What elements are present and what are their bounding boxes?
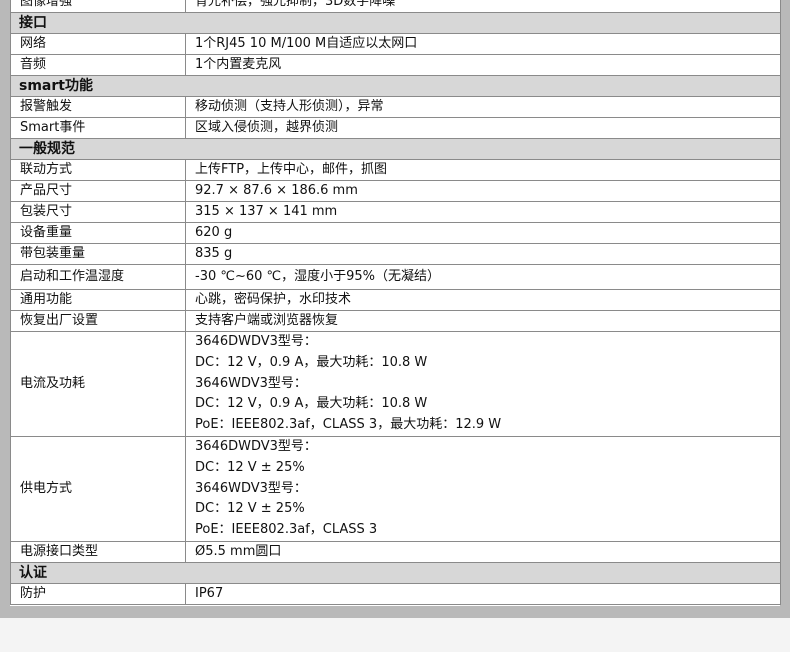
row-label-image-enhance: 图像增强 <box>10 0 186 13</box>
page-border-bottom <box>0 606 790 618</box>
table-row: 启动和工作温湿度 -30 ℃~60 ℃，湿度小于95%（无凝结） <box>10 264 781 290</box>
table-row: 带包装重量 835 g <box>10 243 781 265</box>
row-label-pack-weight: 带包装重量 <box>10 243 186 265</box>
row-value-smart-event: 区域入侵侦测，越界侦测 <box>185 117 781 139</box>
table-row: 设备重量 620 g <box>10 222 781 244</box>
row-value-power-port: Ø5.5 mm圆口 <box>185 540 781 563</box>
page-border-right <box>780 0 790 618</box>
row-value-image-enhance: 背光补偿，强光抑制，3D数字降噪 <box>185 0 781 13</box>
row-value-env: -30 ℃~60 ℃，湿度小于95%（无凝结） <box>185 264 781 290</box>
row-value-linkage: 上传FTP，上传中心，邮件，抓图 <box>185 159 781 181</box>
table-row: 网络 1个RJ45 10 M/100 M自适应以太网口 <box>10 33 781 55</box>
table-row: 包装尺寸 315 × 137 × 141 mm <box>10 201 781 223</box>
section-header-smart: smart功能 <box>10 75 781 97</box>
value-line: DC：12 V ± 25% <box>195 501 305 517</box>
row-value-power-supply: 3646DWDV3型号： DC：12 V ± 25% 3646WDV3型号： D… <box>185 435 781 542</box>
value-line: DC：12 V，0.9 A，最大功耗：10.8 W <box>195 396 428 412</box>
table-row: 供电方式 3646DWDV3型号： DC：12 V ± 25% 3646WDV3… <box>10 435 781 542</box>
row-value-size: 92.7 × 87.6 × 186.6 mm <box>185 180 781 202</box>
table-row: 电流及功耗 3646DWDV3型号： DC：12 V，0.9 A，最大功耗：10… <box>10 331 781 437</box>
row-value-pack-weight: 835 g <box>185 243 781 265</box>
spec-table: 图像增强 背光补偿，强光抑制，3D数字降噪 接口 网络 1个RJ45 10 M/… <box>10 0 781 605</box>
section-title: smart功能 <box>10 75 781 97</box>
table-row: 防护 IP67 <box>10 582 781 605</box>
table-row: 电源接口类型 Ø5.5 mm圆口 <box>10 540 781 563</box>
row-value-pack-size: 315 × 137 × 141 mm <box>185 201 781 223</box>
table-row: Smart事件 区域入侵侦测，越界侦测 <box>10 117 781 139</box>
row-value-reset: 支持客户端或浏览器恢复 <box>185 310 781 332</box>
row-label-network: 网络 <box>10 33 186 55</box>
value-line: DC：12 V，0.9 A，最大功耗：10.8 W <box>195 354 428 370</box>
row-label-audio: 音频 <box>10 54 186 76</box>
section-header-interface: 接口 <box>10 12 781 34</box>
row-value-weight: 620 g <box>185 222 781 244</box>
row-label-common: 通用功能 <box>10 289 186 311</box>
table-row: 音频 1个内置麦克风 <box>10 54 781 76</box>
table-row: 图像增强 背光补偿，强光抑制，3D数字降噪 <box>10 0 781 13</box>
row-value-audio: 1个内置麦克风 <box>185 54 781 76</box>
table-row: 产品尺寸 92.7 × 87.6 × 186.6 mm <box>10 180 781 202</box>
row-label-reset: 恢复出厂设置 <box>10 310 186 332</box>
row-label-size: 产品尺寸 <box>10 180 186 202</box>
row-label-weight: 设备重量 <box>10 222 186 244</box>
value-line: PoE：IEEE802.3af，CLASS 3 <box>195 522 378 538</box>
row-label-alarm: 报警触发 <box>10 96 186 118</box>
row-value-protection: IP67 <box>185 582 781 605</box>
section-title: 接口 <box>10 12 781 34</box>
row-value-network: 1个RJ45 10 M/100 M自适应以太网口 <box>185 33 781 55</box>
value-line: PoE：IEEE802.3af，CLASS 3，最大功耗：12.9 W <box>195 417 502 433</box>
section-header-general: 一般规范 <box>10 138 781 160</box>
value-line: 3646WDV3型号： <box>195 375 307 391</box>
row-label-protection: 防护 <box>10 582 186 605</box>
row-label-power-consumption: 电流及功耗 <box>10 331 186 437</box>
page-footer-background <box>0 618 790 652</box>
section-title: 认证 <box>10 561 781 584</box>
table-row: 联动方式 上传FTP，上传中心，邮件，抓图 <box>10 159 781 181</box>
row-label-smart-event: Smart事件 <box>10 117 186 139</box>
row-label-power-port: 电源接口类型 <box>10 540 186 563</box>
value-line: 3646DWDV3型号： <box>195 334 317 349</box>
row-label-pack-size: 包装尺寸 <box>10 201 186 223</box>
section-title: 一般规范 <box>10 138 781 160</box>
table-row: 恢复出厂设置 支持客户端或浏览器恢复 <box>10 310 781 332</box>
value-line: 3646DWDV3型号： <box>195 438 317 454</box>
value-line: 3646WDV3型号： <box>195 480 307 496</box>
table-row: 报警触发 移动侦测（支持人形侦测），异常 <box>10 96 781 118</box>
page-border-left <box>0 0 10 618</box>
section-header-cert: 认证 <box>10 561 781 584</box>
row-label-power-supply: 供电方式 <box>10 435 186 542</box>
row-value-common: 心跳，密码保护，水印技术 <box>185 289 781 311</box>
value-line: DC：12 V ± 25% <box>195 459 305 475</box>
row-value-power-consumption: 3646DWDV3型号： DC：12 V，0.9 A，最大功耗：10.8 W 3… <box>185 331 781 437</box>
table-row: 通用功能 心跳，密码保护，水印技术 <box>10 289 781 311</box>
row-label-env: 启动和工作温湿度 <box>10 264 186 290</box>
row-label-linkage: 联动方式 <box>10 159 186 181</box>
row-value-alarm: 移动侦测（支持人形侦测），异常 <box>185 96 781 118</box>
